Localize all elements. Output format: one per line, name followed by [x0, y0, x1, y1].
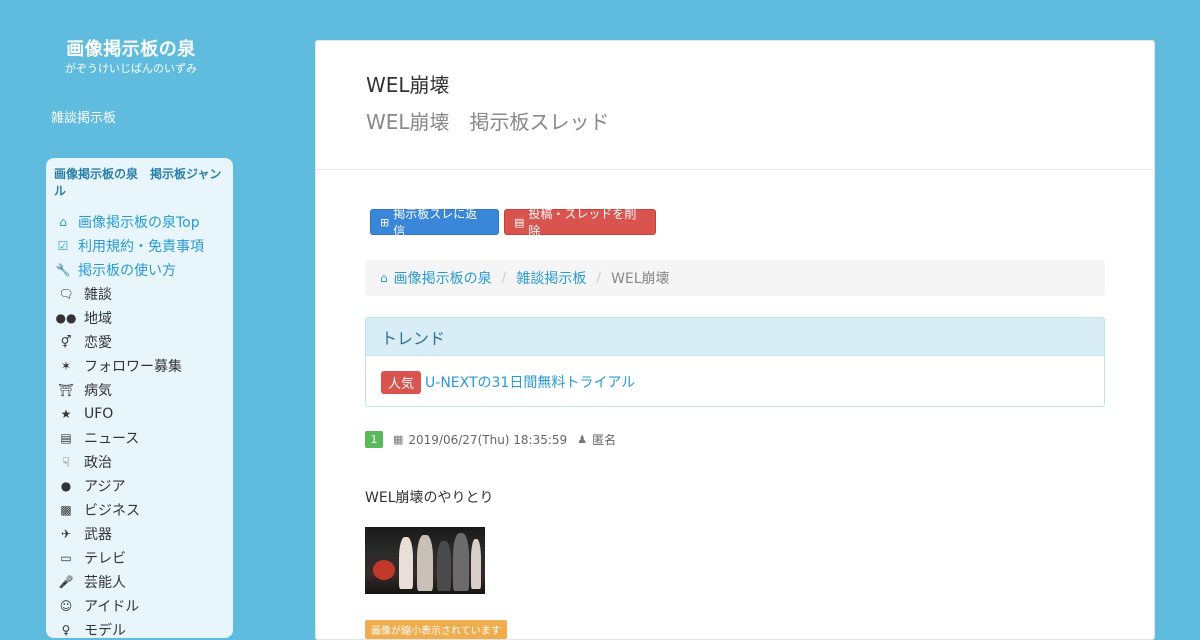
delete-button-label: 投稿・スレッドを削除 — [528, 207, 637, 238]
sidebar-link-label: 画像掲示板の泉Top — [78, 215, 200, 231]
reply-button-label: 掲示板スレに返信 — [393, 207, 478, 238]
calendar-icon: ▦ — [393, 433, 404, 446]
post-author: 匿名 — [592, 433, 617, 447]
post-datetime: 2019/06/27(Thu) 18:35:59 — [408, 432, 568, 447]
sidebar-item-model[interactable]: ♀ モデル — [54, 618, 225, 638]
post-image[interactable] — [365, 527, 485, 594]
venus-mars-icon: ⚥ — [60, 335, 72, 349]
sidebar-item-chat[interactable]: 🗨 雑談 — [54, 282, 225, 306]
check-square-icon: ☑ — [57, 239, 69, 253]
sidebar-item-ufo[interactable]: ★ UFO — [54, 402, 225, 426]
wrench-icon: 🔧 — [55, 263, 71, 277]
sidebar-item-celebrities[interactable]: 🎤 芸能人 — [54, 570, 225, 594]
user-icon: ♟ — [577, 433, 588, 446]
breadcrumb-separator: / — [501, 270, 507, 286]
site-title[interactable]: 画像掲示板の泉 — [46, 38, 216, 62]
breadcrumb-separator: / — [596, 270, 602, 286]
site-subtitle: がぞうけいじばんのいずみ — [65, 62, 197, 75]
sidebar-item-label: UFO — [84, 406, 114, 422]
popular-badge: 人気 — [381, 370, 422, 394]
breadcrumb-home[interactable]: 画像掲示板の泉 — [394, 268, 492, 288]
sidebar-item-label: ニュース — [84, 431, 140, 447]
sidebar-item-label: 病気 — [84, 383, 112, 399]
sidebar-item-label: フォロワー募集 — [84, 359, 182, 375]
female-icon: ♀ — [61, 623, 71, 637]
sidebar-item-news[interactable]: ▤ ニュース — [54, 426, 225, 450]
globe-icon: ● — [60, 479, 72, 493]
thread-panel: WEL崩壊 WEL崩壊 掲示板スレッド ⊞ 掲示板スレに返信 ▤ 投稿・スレッド… — [315, 40, 1155, 640]
ambulance-icon: ⛩ — [58, 383, 74, 397]
sidebar-item-idol[interactable]: ☺ アイドル — [54, 594, 225, 618]
post-meta: 1 ▦ 2019/06/27(Thu) 18:35:59 ♟ 匿名 — [365, 431, 616, 448]
users-icon: ●● — [55, 311, 77, 325]
sidebar-item-label: 政治 — [84, 455, 112, 471]
sidebar-item-label: アイドル — [84, 599, 140, 615]
sidebar-item-business[interactable]: ▩ ビジネス — [54, 498, 225, 522]
home-icon[interactable]: ⌂ — [380, 271, 388, 285]
sidebar-link-terms[interactable]: ☑ 利用規約・免責事項 — [54, 234, 225, 258]
breadcrumb-board[interactable]: 雑談掲示板 — [516, 268, 586, 288]
trend-panel: トレンド 人気 U-NEXTの31日間無料トライアル — [365, 317, 1105, 407]
sidebar-item-label: 雑談 — [84, 287, 112, 303]
sidebar-item-asia[interactable]: ● アジア — [54, 474, 225, 498]
breadcrumb-current: WEL崩壊 — [611, 271, 670, 287]
sidebar-item-label: テレビ — [84, 551, 126, 567]
sidebar-link-label: 掲示板の使い方 — [78, 263, 176, 279]
post-number-badge: 1 — [365, 431, 383, 448]
thread-title: WEL崩壊 — [366, 73, 450, 97]
post-body: WEL崩壊のやりとり — [365, 490, 494, 506]
site-logo[interactable]: 画像掲示板の泉 がぞうけいじばんのいずみ — [46, 38, 216, 76]
sidebar-item-politics[interactable]: ☟ 政治 — [54, 450, 225, 474]
sidebar-link-top[interactable]: ⌂ 画像掲示板の泉Top — [54, 210, 225, 234]
newspaper-icon: ▤ — [60, 431, 72, 445]
delete-button[interactable]: ▤ 投稿・スレッドを削除 — [504, 207, 656, 238]
sidebar-item-tv[interactable]: ▭ テレビ — [54, 546, 225, 570]
sidebar-link-label: 利用規約・免責事項 — [78, 239, 204, 255]
trend-item: 人気 U-NEXTの31日間無料トライアル — [366, 356, 1104, 406]
breadcrumb: ⌂ 画像掲示板の泉 / 雑談掲示板 / WEL崩壊 — [365, 260, 1105, 296]
trend-heading: トレンド — [366, 318, 1104, 356]
home-icon: ⌂ — [59, 215, 67, 229]
sidebar-item-label: 芸能人 — [84, 575, 126, 591]
sidebar-item-label: モデル — [84, 623, 126, 638]
sidebar-item-label: ビジネス — [84, 503, 140, 519]
star-icon: ★ — [60, 407, 72, 421]
sidebar-item-label: アジア — [84, 479, 126, 495]
sidebar-item-label: 武器 — [84, 527, 112, 543]
sidebar-item-label: 恋愛 — [84, 335, 112, 351]
sidebar-item-label: 地域 — [84, 311, 112, 327]
desktop-icon: ▭ — [60, 551, 72, 565]
genre-sidebar: 画像掲示板の泉 掲示板ジャンル ⌂ 画像掲示板の泉Top ☑ 利用規約・免責事項… — [46, 158, 233, 638]
sidebar-link-howto[interactable]: 🔧 掲示板の使い方 — [54, 258, 225, 282]
money-icon: ▩ — [60, 503, 72, 517]
sidebar-item-followers[interactable]: ✶ フォロワー募集 — [54, 354, 225, 378]
sidebar-item-love[interactable]: ⚥ 恋愛 — [54, 330, 225, 354]
trend-link[interactable]: U-NEXTの31日間無料トライアル — [425, 372, 635, 392]
sidebar-heading: 画像掲示板の泉 掲示板ジャンル — [54, 167, 222, 198]
reply-button[interactable]: ⊞ 掲示板スレに返信 — [370, 207, 499, 238]
plus-square-icon: ⊞ — [380, 215, 390, 229]
sidebar-item-illness[interactable]: ⛩ 病気 — [54, 378, 225, 402]
fighter-jet-icon: ✈ — [60, 527, 72, 541]
twitter-icon: ✶ — [60, 359, 72, 373]
trash-icon: ▤ — [514, 215, 525, 229]
sidebar-item-region[interactable]: ●● 地域 — [54, 306, 225, 330]
board-link[interactable]: 雑談掲示板 — [51, 107, 116, 126]
smile-icon: ☺ — [59, 599, 73, 613]
thread-subtitle: WEL崩壊 掲示板スレッド — [366, 110, 610, 134]
microphone-icon: 🎤 — [58, 575, 74, 589]
comments-icon: 🗨 — [58, 287, 74, 301]
thumbs-down-icon: ☟ — [62, 455, 70, 469]
sidebar-item-weapons[interactable]: ✈ 武器 — [54, 522, 225, 546]
